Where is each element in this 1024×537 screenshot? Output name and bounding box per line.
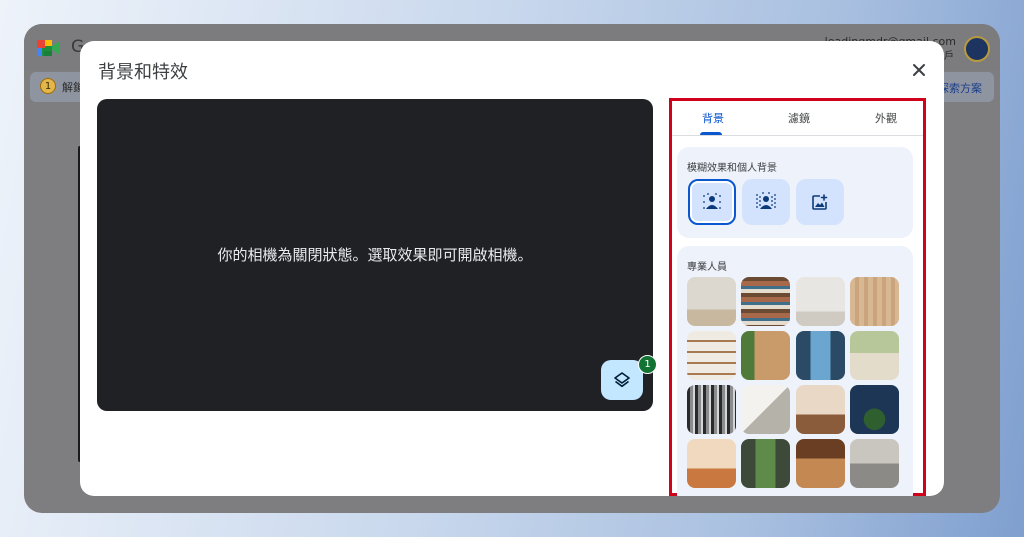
bg-courtyard-garden[interactable]	[741, 439, 790, 488]
dialog-title: 背景和特效	[98, 62, 188, 83]
blur-section-title: 模糊效果和個人背景	[687, 163, 777, 174]
blur-section: 模糊效果和個人背景	[677, 147, 913, 238]
bg-warm-doorway[interactable]	[796, 385, 845, 434]
tab-appearance[interactable]: 外觀	[875, 110, 897, 126]
close-icon	[913, 64, 925, 76]
bg-boho-living[interactable]	[687, 439, 736, 488]
meet-logo-icon	[37, 40, 60, 56]
bg-minimal-room[interactable]	[687, 277, 736, 326]
professional-section: 專業人員	[677, 246, 913, 496]
bg-sunlit-corner[interactable]	[741, 385, 790, 434]
bg-wood-panel-room[interactable]	[850, 277, 899, 326]
layers-icon	[614, 372, 630, 388]
slight-blur-icon	[703, 193, 721, 209]
bg-wall-shelves[interactable]	[687, 331, 736, 380]
notice-number-badge: 1	[40, 78, 56, 94]
bg-plant-wood-wall[interactable]	[741, 331, 790, 380]
add-image-icon	[812, 194, 828, 210]
bg-night-plant[interactable]	[850, 385, 899, 434]
blur-button[interactable]	[742, 179, 790, 225]
blur-icon	[756, 192, 776, 209]
effects-count-badge: 1	[638, 355, 657, 374]
effects-panel: 背景 濾鏡 外觀 模糊效果和個人背景 專業人員	[672, 101, 923, 496]
effects-tabs: 背景 濾鏡 外觀	[672, 101, 923, 136]
slight-blur-button[interactable]	[688, 179, 736, 225]
upload-background-button[interactable]	[796, 179, 844, 225]
bg-interior-plants[interactable]	[850, 331, 899, 380]
tab-backgrounds[interactable]: 背景	[702, 110, 724, 126]
tab-filters[interactable]: 濾鏡	[788, 110, 810, 126]
bg-cafe-interior[interactable]	[796, 439, 845, 488]
active-tab-indicator	[700, 132, 722, 135]
explore-plans-link[interactable]: 探索方案	[938, 80, 982, 96]
professional-section-title: 專業人員	[687, 262, 727, 273]
background-effects-dialog: 背景和特效 你的相機為關閉狀態。選取效果即可開啟相機。 1 背景 濾鏡 外觀 模…	[80, 41, 944, 496]
bg-bookshelf-library[interactable]	[741, 277, 790, 326]
avatar[interactable]	[964, 36, 990, 62]
bg-office-lobby[interactable]	[850, 439, 899, 488]
bg-white-studio[interactable]	[796, 277, 845, 326]
camera-preview: 你的相機為關閉狀態。選取效果即可開啟相機。 1	[97, 99, 657, 411]
camera-off-message: 你的相機為關閉狀態。選取效果即可開啟相機。	[217, 246, 533, 264]
close-button[interactable]	[906, 57, 932, 83]
bg-dark-bookcase[interactable]	[687, 385, 736, 434]
bg-glass-window[interactable]	[796, 331, 845, 380]
applied-effects-button[interactable]: 1	[601, 355, 657, 400]
